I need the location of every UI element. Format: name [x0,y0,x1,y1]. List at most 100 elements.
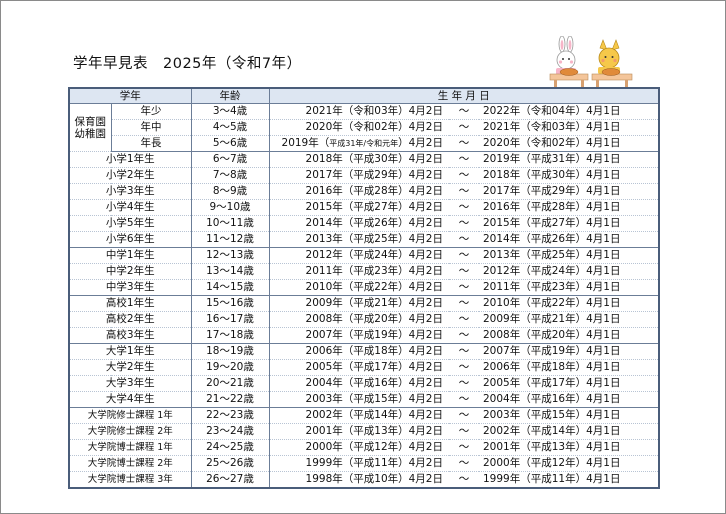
grade-cell: 大学院博士課程 1年 [68,439,191,456]
range-tilde: ～ [449,295,479,312]
age-cell: 5～6歳 [190,135,269,152]
age-cell: 14～15歳 [190,279,269,296]
birth-to-cell: 2005年（平成17年）4月1日 [479,375,660,392]
birth-to-cell: 2008年（平成20年）4月1日 [479,327,660,344]
grade-cell: 大学院修士課程 1年 [68,407,191,424]
birth-from-cell: 2019年（平成31年/令和元年）4月2日 [268,135,449,152]
birth-from-cell: 2010年（平成22年）4月2日 [268,279,449,296]
age-cell: 19～20歳 [190,359,269,376]
birth-from-cell: 2005年（平成17年）4月2日 [268,359,449,376]
grade-cell: 大学1年生 [68,343,191,360]
table-row: 大学4年生 21～22歳 2003年（平成15年）4月2日～ 2004年（平成16年）… [68,391,660,408]
birth-to-cell: 2009年（平成21年）4月1日 [479,311,660,328]
table-row: 高校1年生 15～16歳 2009年（平成21年）4月2日～ 2010年（平成22年）… [68,295,660,312]
age-cell: 23～24歳 [190,423,269,440]
table-row: 保育園 幼稚園 年少 3～4歳 2021年（令和03年）4月2日～ 2022年（令和04… [68,103,660,152]
birth-to-cell: 1999年（平成11年）4月1日 [483,473,621,485]
age-cell: 11～12歳 [190,231,269,248]
birth-to-cell: 2019年（平成31年）4月1日 [479,151,660,168]
range-tilde: ～ [449,327,479,344]
grade-cell: 高校3年生 [68,327,191,344]
grade-cell: 小学1年生 [68,151,191,168]
grade-cell: 年少 [110,103,191,120]
grade-cell: 小学3年生 [68,183,191,200]
grade-cell: 年中 [110,119,191,136]
grade-cell: 中学2年生 [68,263,191,280]
birth-from-cell: 2008年（平成20年）4月2日 [268,311,449,328]
range-tilde: ～ [449,199,479,216]
range-tilde: ～ [449,455,479,472]
table-row: 大学院博士課程 3年 26～27歳 1998年（平成10年）4月2日 ～ 1999年（平… [68,471,659,488]
age-cell: 21～22歳 [190,391,269,408]
range-tilde: ～ [449,359,479,376]
range-tilde: ～ [449,151,479,168]
table-row: 大学1年生 18～19歳 2006年（平成18年）4月2日～ 2007年（平成19年）… [68,343,660,360]
range-tilde: ～ [449,279,479,296]
birth-to-cell: 2001年（平成13年）4月1日 [479,439,660,456]
grade-cell: 中学3年生 [68,279,191,296]
range-tilde: ～ [449,183,479,200]
range-tilde: ～ [449,311,479,328]
range-tilde: ～ [449,135,479,152]
birth-to-cell: 2011年（平成23年）4月1日 [479,279,660,296]
birth-to-cell: 2018年（平成30年）4月1日 [479,167,660,184]
birth-to-cell: 2003年（平成15年）4月1日 [479,407,660,424]
table-row: 中学3年生 14～15歳 2010年（平成22年）4月2日～ 2011年（平成23年）… [68,279,660,296]
birth-to-cell: 2007年（平成19年）4月1日 [479,343,660,360]
grade-cell: 小学2年生 [68,167,191,184]
header-age: 年齢 [190,88,269,104]
range-tilde: ～ [458,473,470,485]
birth-to-cell: 2022年（令和04年）4月1日 [479,103,660,120]
age-cell: 15～16歳 [190,295,269,312]
table-row: 中学1年生 12～13歳 2012年（平成24年）4月2日～ 2013年（平成25年）… [68,247,660,264]
header-birthdate: 生 年 月 日 [268,88,660,104]
birth-to-cell: 2004年（平成16年）4月1日 [479,391,660,408]
age-cell: 25～26歳 [190,455,269,472]
range-tilde: ～ [449,103,479,120]
table-row: 小学6年生 11～12歳 2013年（平成25年）4月2日～ 2014年（平成26年）… [68,231,660,248]
birth-from-cell: 2004年（平成16年）4月2日 [268,375,449,392]
birth-from-cell: 2014年（平成26年）4月2日 [268,215,449,232]
age-cell: 6～7歳 [190,151,269,168]
table-row: 小学4年生 9～10歳 2015年（平成27年）4月2日～ 2016年（平成28年）4… [68,199,660,216]
birth-from-cell: 2002年（平成14年）4月2日 [268,407,449,424]
age-cell: 10～11歳 [190,215,269,232]
birth-from-cell: 1998年（平成10年）4月2日 [268,471,449,488]
birth-from-cell: 2007年（平成19年）4月2日 [268,327,449,344]
page-title: 学年早見表 2025年（令和7年） [73,56,302,72]
table-row: 高校2年生 16～17歳 2008年（平成20年）4月2日～ 2009年（平成21年）… [68,311,660,328]
table-row: 中学2年生 13～14歳 2011年（平成23年）4月2日～ 2012年（平成24年）… [68,263,660,280]
birth-from-cell: 2001年（平成13年）4月2日 [268,423,449,440]
age-cell: 3～4歳 [190,103,269,120]
age-cell: 20～21歳 [190,375,269,392]
grade-cell: 大学3年生 [68,375,191,392]
age-cell: 4～5歳 [190,119,269,136]
grade-cell: 小学5年生 [68,215,191,232]
header-grade: 学年 [68,88,191,104]
birth-from-cell: 2017年（平成29年）4月2日 [268,167,449,184]
birth-from-cell: 2011年（平成23年）4月2日 [268,263,449,280]
range-tilde: ～ [449,407,479,424]
birth-to-cell: 2017年（平成29年）4月1日 [479,183,660,200]
grade-cell: 大学2年生 [68,359,191,376]
range-tilde: ～ [449,119,479,136]
age-cell: 9～10歳 [190,199,269,216]
age-cell: 16～17歳 [190,311,269,328]
range-tilde: ～ [449,343,479,360]
range-tilde: ～ [449,167,479,184]
birth-from-cell: 2000年（平成12年）4月2日 [268,439,449,456]
birth-to-cell: 2013年（平成25年）4月1日 [479,247,660,264]
range-tilde: ～ [449,391,479,408]
birth-to-cell: 2015年（平成27年）4月1日 [479,215,660,232]
range-tilde: ～ [449,423,479,440]
age-cell: 26～27歳 [190,471,269,488]
rabbit-and-cat-at-desks-icon [549,36,633,89]
age-cell: 7～8歳 [190,167,269,184]
age-cell: 22～23歳 [190,407,269,424]
grade-cell: 大学院博士課程 3年 [68,471,191,488]
grade-age-table: 学年 年齢 生 年 月 日 保育園 幼稚園 年少 3～4歳 2021年（令和03年）4… [68,87,661,489]
grade-cell: 中学1年生 [68,247,191,264]
table-row: 年長 5～6歳 2019年（平成31年/令和元年）4月2日～ 2020年（令和02年）… [69,135,660,152]
table-row: 小学3年生 8～9歳 2016年（平成28年）4月2日～ 2017年（平成29年）4月… [68,183,660,200]
birth-from-cell: 2006年（平成18年）4月2日 [268,343,449,360]
